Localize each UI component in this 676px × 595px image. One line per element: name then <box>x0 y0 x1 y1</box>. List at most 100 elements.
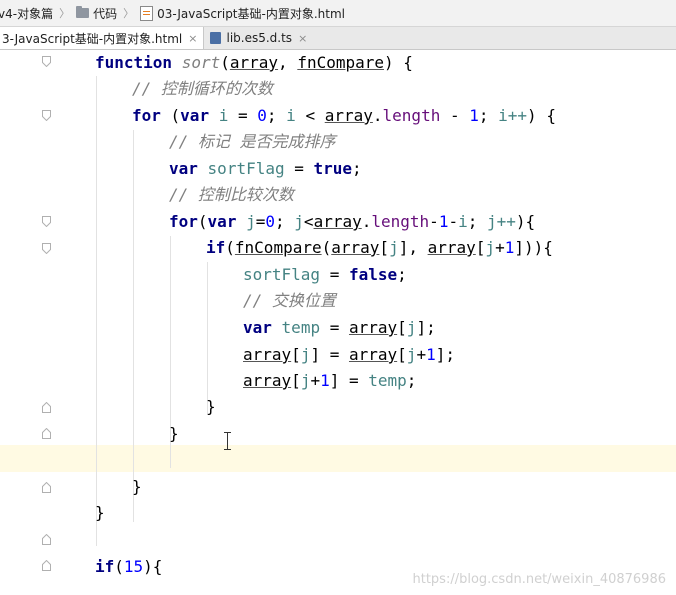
html-file-icon <box>140 5 154 21</box>
breadcrumb-project[interactable]: v4-对象篇 〉 <box>0 5 76 22</box>
editor-gutter[interactable] <box>0 50 58 595</box>
variable: array <box>331 238 380 257</box>
code-line: sortFlag = false; <box>243 265 407 284</box>
indent-guide <box>207 262 208 414</box>
variable: j++ <box>487 212 516 231</box>
close-icon[interactable]: × <box>188 32 197 45</box>
code-line: } <box>95 503 105 522</box>
number: 1 <box>438 212 449 231</box>
keyword: var <box>243 318 272 337</box>
breadcrumb-file-label[interactable]: 03-JavaScript基础-内置对象.html <box>157 5 345 22</box>
folder-icon <box>76 6 90 18</box>
keyword: function <box>95 53 173 72</box>
breadcrumb-project-label[interactable]: v4-对象篇 <box>0 5 53 22</box>
fold-collapse-icon[interactable] <box>42 243 51 254</box>
code-line: // 交换位置 <box>243 288 336 314</box>
code-line: for (var i = 0; i < array.length - 1; i+… <box>132 106 556 125</box>
keyword: var <box>207 212 237 231</box>
code-line: } <box>132 477 142 496</box>
breadcrumb: v4-对象篇 〉 代码 〉 03-JavaScript基础-内置对象.html <box>0 0 676 27</box>
variable: i <box>218 106 229 125</box>
variable: i++ <box>498 106 528 125</box>
breadcrumb-file[interactable]: 03-JavaScript基础-内置对象.html <box>140 5 345 22</box>
variable: j <box>300 371 311 390</box>
tab-label[interactable]: lib.es5.d.ts <box>226 31 292 45</box>
variable: i <box>286 106 296 125</box>
code-line: var temp = array[j]; <box>243 318 436 337</box>
variable: array <box>348 318 398 337</box>
number: 1 <box>469 106 479 125</box>
close-icon[interactable]: × <box>298 32 307 45</box>
variable: array <box>324 106 373 125</box>
variable: j <box>389 238 399 257</box>
code-line: } <box>169 424 179 443</box>
fold-collapse-icon[interactable] <box>42 110 51 121</box>
variable: temp <box>368 371 407 390</box>
keyword: false <box>348 265 398 284</box>
variable: temp <box>281 318 321 337</box>
parameter: array <box>229 53 279 72</box>
comment: // 交换位置 <box>243 291 336 310</box>
tab-html-file[interactable]: 3-JavaScript基础-内置对象.html × <box>0 27 205 49</box>
number: 0 <box>257 106 267 125</box>
breadcrumb-folder[interactable]: 代码 〉 <box>76 5 140 22</box>
code-line: if(fnCompare(array[j], array[j+1])){ <box>206 238 553 257</box>
fold-expand-end-icon[interactable] <box>42 428 51 439</box>
chevron-right-icon: 〉 <box>123 7 135 20</box>
code-editor[interactable]: function sort(array, fnCompare) { // 控制循… <box>58 50 676 595</box>
variable: sortFlag <box>207 159 285 178</box>
variable: j <box>485 238 496 257</box>
breadcrumb-folder-label[interactable]: 代码 <box>93 5 117 22</box>
variable: j <box>246 212 256 231</box>
fold-collapse-icon[interactable] <box>42 56 51 67</box>
variable: array <box>348 345 398 364</box>
typescript-file-icon <box>210 32 222 44</box>
fold-collapse-icon[interactable] <box>42 216 51 227</box>
function-call: fnCompare <box>234 238 322 257</box>
fold-expand-end-icon[interactable] <box>42 482 51 493</box>
tab-label[interactable]: 3-JavaScript基础-内置对象.html <box>2 30 182 47</box>
number: 0 <box>265 212 276 231</box>
number: 15 <box>123 557 144 576</box>
variable: sortFlag <box>243 265 321 284</box>
keyword: var <box>180 106 210 125</box>
function-name: sort <box>181 53 221 72</box>
comment: // 控制循环的次数 <box>132 79 273 98</box>
code-line: function sort(array, fnCompare) { <box>95 53 413 72</box>
code-line: // 控制循环的次数 <box>132 76 273 102</box>
indent-guide <box>96 76 97 546</box>
keyword: true <box>313 159 353 178</box>
number: 1 <box>320 371 330 390</box>
fold-expand-end-icon[interactable] <box>42 534 51 545</box>
keyword: var <box>169 159 198 178</box>
number: 1 <box>426 345 436 364</box>
code-line: if(15){ <box>95 557 163 576</box>
variable: j <box>294 212 304 231</box>
keyword: for <box>169 212 198 231</box>
watermark: https://blog.csdn.net/weixin_40876986 <box>412 572 666 587</box>
editor-tabs: 3-JavaScript基础-内置对象.html × lib.es5.d.ts … <box>0 27 676 50</box>
comment: // 标记 是否完成排序 <box>169 132 336 151</box>
property: length <box>371 212 430 231</box>
fold-expand-end-icon[interactable] <box>42 402 51 413</box>
indent-guide <box>133 130 134 522</box>
variable: array <box>243 345 292 364</box>
code-line: // 控制比较次数 <box>169 182 294 208</box>
text-cursor-icon <box>224 432 231 450</box>
code-line: // 标记 是否完成排序 <box>169 129 336 155</box>
fold-expand-end-icon[interactable] <box>42 560 51 571</box>
variable: j <box>406 318 417 337</box>
code-line: array[j+1] = temp; <box>243 371 417 390</box>
code-line: var sortFlag = true; <box>169 159 362 178</box>
comment: // 控制比较次数 <box>169 185 294 204</box>
property: length <box>382 106 441 125</box>
variable: array <box>427 238 476 257</box>
variable: i <box>458 212 468 231</box>
keyword: if <box>95 557 115 576</box>
code-line: array[j] = array[j+1]; <box>243 345 455 364</box>
parameter: fnCompare <box>297 53 385 72</box>
tab-lib-es5[interactable]: lib.es5.d.ts × <box>204 27 313 49</box>
number: 1 <box>504 238 515 257</box>
variable: array <box>243 371 292 390</box>
chevron-right-icon: 〉 <box>59 7 71 20</box>
